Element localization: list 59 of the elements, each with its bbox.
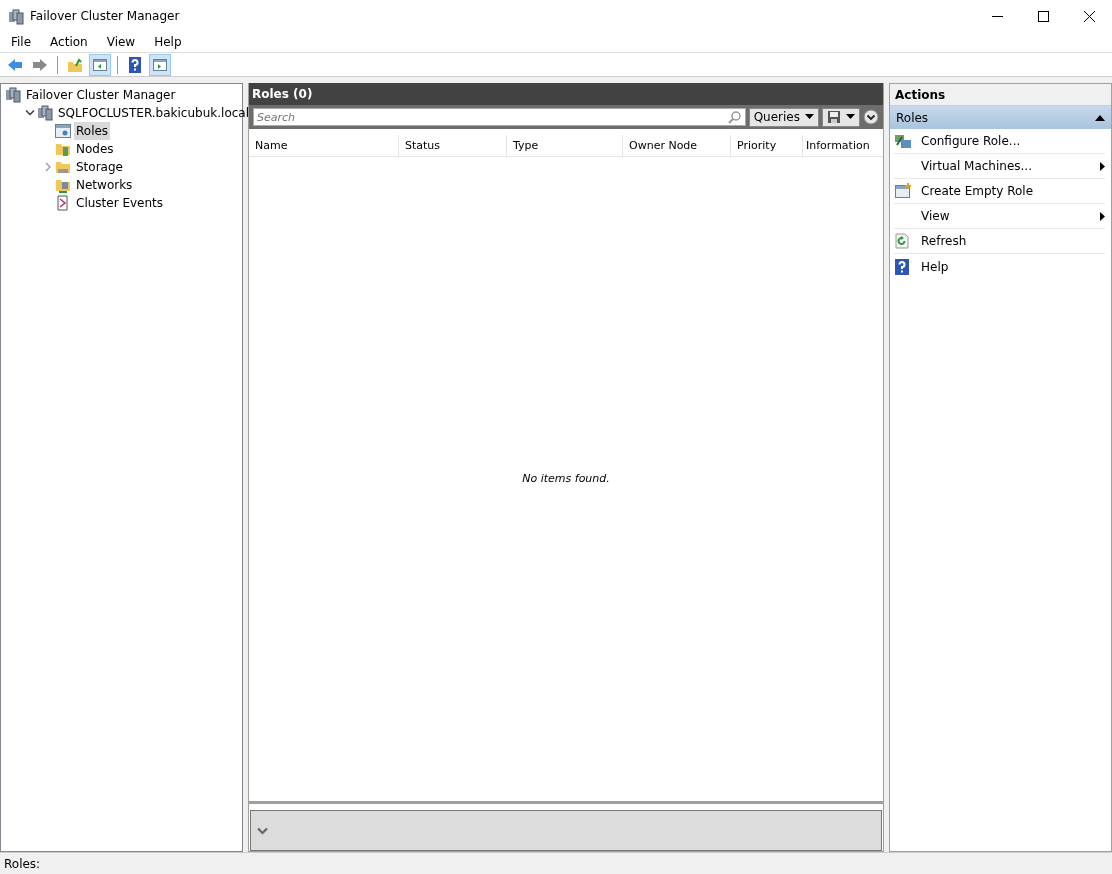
column-header[interactable]: Owner Node — [623, 135, 731, 156]
window-title: Failover Cluster Manager — [30, 8, 180, 25]
submenu-arrow-icon — [1100, 211, 1105, 221]
tree-item[interactable]: Roles — [74, 122, 111, 140]
search-field[interactable]: Search — [253, 108, 746, 126]
menu-item[interactable]: Action — [39, 33, 96, 51]
column-header[interactable]: Name — [249, 135, 399, 156]
server-cluster-icon — [37, 105, 53, 121]
collapse-icon[interactable] — [863, 109, 879, 125]
tree-item[interactable]: Cluster Events — [74, 194, 166, 212]
help-icon — [894, 258, 910, 275]
close-icon — [1083, 10, 1095, 22]
toolbar-button[interactable] — [89, 53, 111, 76]
task-link[interactable]: Create Empty Role — [894, 179, 1105, 204]
task-link[interactable]: Help — [894, 254, 1105, 279]
task-link[interactable]: View — [894, 204, 1105, 229]
column-header[interactable]: Type — [507, 135, 623, 156]
task-link[interactable]: Virtual Machines... — [894, 154, 1105, 179]
actions-header: Actions — [890, 84, 1111, 106]
column-header[interactable]: Information — [803, 135, 883, 156]
window-plus-icon — [894, 183, 912, 199]
save-query-button[interactable] — [822, 107, 860, 127]
task-link[interactable]: Refresh — [894, 229, 1105, 254]
save-icon — [827, 110, 841, 124]
actions-section-header[interactable]: Roles — [890, 106, 1111, 129]
help-icon — [127, 56, 143, 73]
column-header[interactable]: Status — [399, 135, 507, 156]
folder-server-icon — [55, 141, 71, 157]
maximize-icon — [1037, 10, 1049, 22]
pane-toggle-icon — [92, 56, 108, 73]
app-icon — [8, 8, 24, 25]
back-arrow-icon — [7, 56, 23, 73]
menu-item[interactable]: Help — [143, 33, 190, 51]
server-cluster-icon — [5, 87, 21, 103]
expand-icon[interactable] — [257, 826, 268, 835]
tree-item[interactable]: Failover Cluster Manager — [24, 86, 178, 104]
forward-arrow-icon — [32, 56, 48, 73]
folder-network-icon — [55, 177, 71, 193]
tree-item[interactable]: Storage — [74, 158, 125, 176]
column-header[interactable]: Priority — [731, 135, 803, 156]
menu-item[interactable]: File — [0, 33, 40, 51]
status-text: Roles: — [4, 855, 41, 873]
caret-icon — [846, 114, 855, 120]
tree-item[interactable]: Networks — [74, 176, 135, 194]
tree-item[interactable]: Nodes — [74, 140, 116, 158]
caret-icon — [805, 114, 814, 120]
refresh-icon — [894, 233, 910, 249]
tree-item[interactable]: SQLFOCLUSTER.bakicubuk.local — [56, 104, 251, 122]
folder-up-icon — [67, 56, 83, 73]
queries-button[interactable]: Queries — [748, 107, 819, 127]
pane-title: Roles (0) — [249, 83, 883, 105]
empty-message: No items found. — [522, 470, 610, 487]
task-link[interactable]: Configure Role... — [894, 129, 1105, 154]
menu-item[interactable]: View — [95, 33, 144, 51]
search-icon — [727, 110, 742, 124]
event-log-icon — [55, 195, 71, 211]
pane-toggle-icon — [152, 56, 168, 73]
submenu-arrow-icon — [1100, 161, 1105, 171]
toolbar-button[interactable] — [149, 53, 171, 76]
